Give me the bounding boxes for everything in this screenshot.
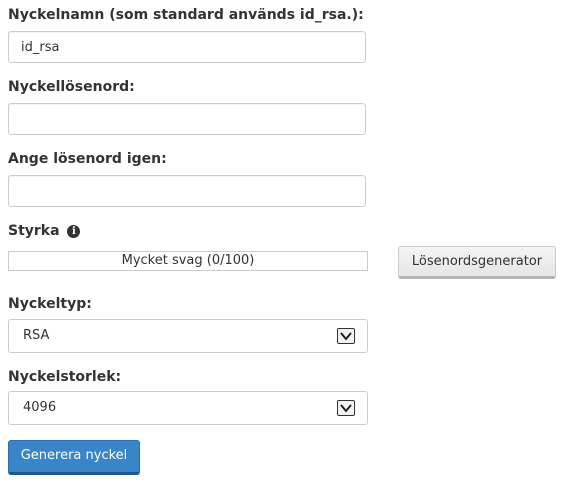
strength-meter-text: Mycket svag (0/100) xyxy=(121,253,255,268)
key-type-label: Nyckeltyp: xyxy=(8,296,92,312)
strength-meter: Mycket svag (0/100) xyxy=(8,251,368,271)
key-name-input[interactable] xyxy=(8,31,366,63)
info-icon[interactable]: i xyxy=(67,225,81,238)
chevron-down-icon xyxy=(337,400,355,416)
key-size-value: 4096 xyxy=(23,400,57,415)
key-password-input[interactable] xyxy=(8,103,366,135)
key-size-select[interactable]: 4096 xyxy=(8,391,368,425)
strength-label-row: Styrka i xyxy=(8,223,81,240)
password-generator-button[interactable]: Lösenordsgenerator xyxy=(398,246,556,279)
generate-key-button[interactable]: Generera nyckel xyxy=(8,440,140,475)
key-size-label: Nyckelstorlek: xyxy=(8,369,122,385)
key-name-label: Nyckelnamn (som standard används id_rsa.… xyxy=(8,7,364,23)
confirm-password-input[interactable] xyxy=(8,175,366,207)
confirm-password-label: Ange lösenord igen: xyxy=(8,151,167,167)
key-type-value: RSA xyxy=(23,328,50,343)
key-type-select[interactable]: RSA xyxy=(8,319,368,353)
strength-label: Styrka xyxy=(8,223,60,239)
chevron-down-icon xyxy=(337,328,355,344)
key-password-label: Nyckellösenord: xyxy=(8,79,135,95)
